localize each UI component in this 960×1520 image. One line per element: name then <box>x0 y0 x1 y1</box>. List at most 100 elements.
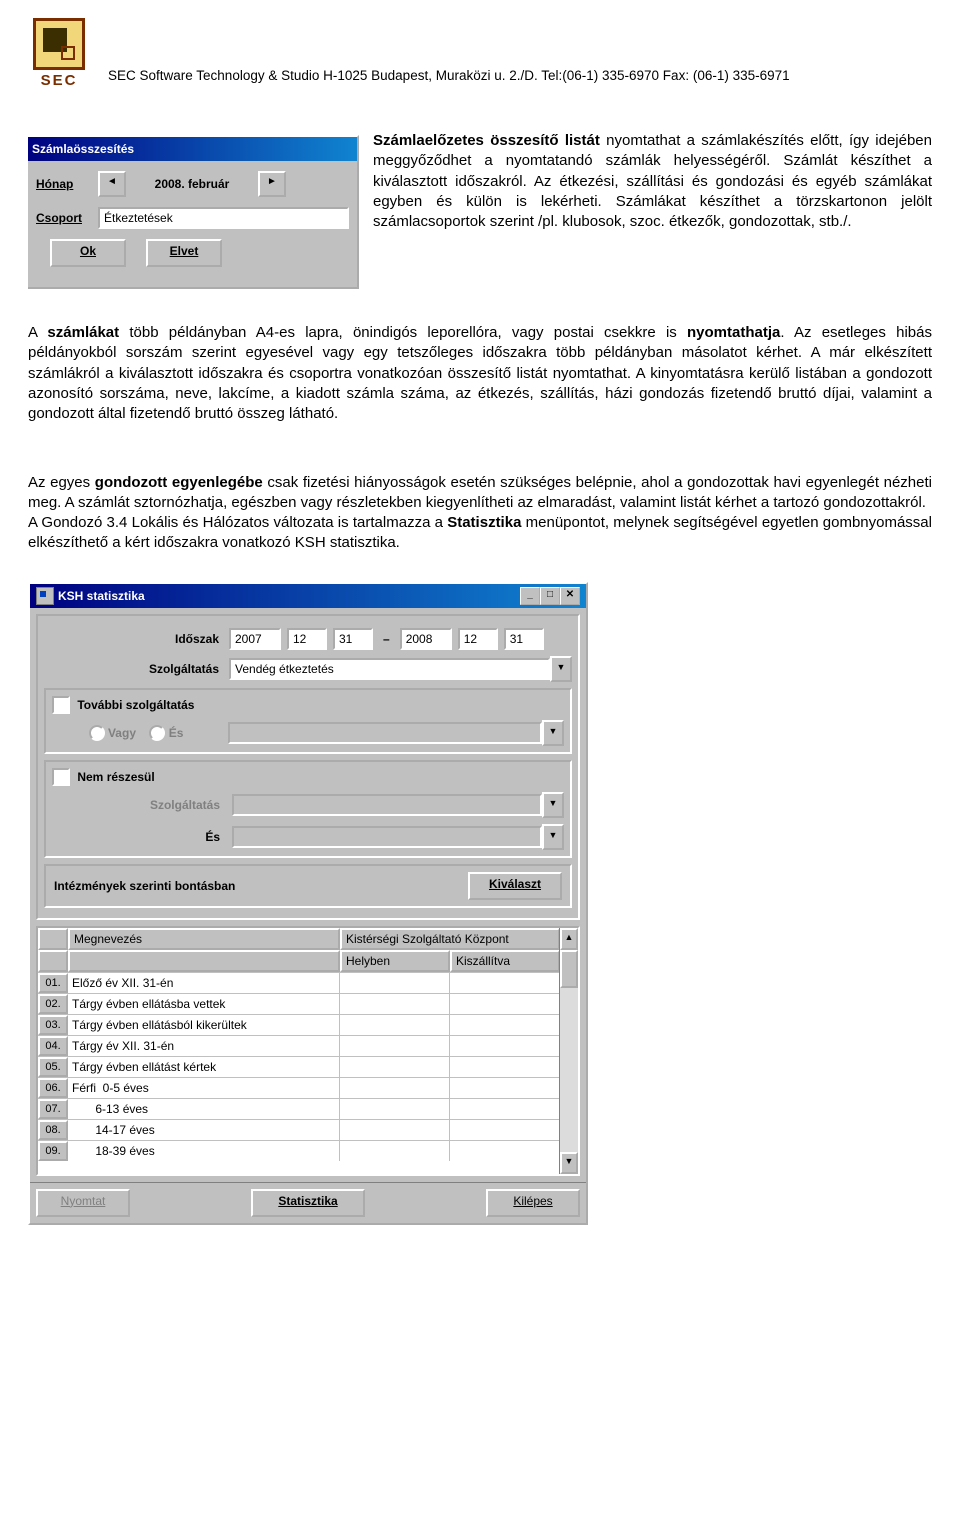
logo: SEC <box>28 18 90 89</box>
row-cell-kiszallitva <box>450 994 560 1014</box>
csoport-label: Csoport <box>36 211 92 225</box>
szolgaltatas-value[interactable]: Vendég étkeztetés <box>229 658 550 680</box>
tovabbi-combo[interactable]: ▼ <box>228 720 564 746</box>
nem-reszesul-group: Nem részesül Szolgáltatás ▼ És ▼ <box>44 760 572 858</box>
row-label: 6-13 éves <box>68 1099 340 1119</box>
szamlaosszesites-dialog: Számlaösszesítés Hónap ◄ 2008. február ►… <box>28 135 359 289</box>
tovabbi-szolgaltatas-group: További szolgáltatás Vagy És ▼ <box>44 688 572 754</box>
table-row[interactable]: 06.Férfi 0-5 éves <box>38 1077 560 1098</box>
paragraph-egyenleg: Az egyes gondozott egyenlegébe csak fize… <box>28 452 932 553</box>
row-number: 05. <box>38 1057 68 1077</box>
row-cell-kiszallitva <box>450 1141 560 1161</box>
vagy-label: Vagy <box>108 726 136 740</box>
tovabbi-combo-value[interactable] <box>228 722 542 744</box>
table-row[interactable]: 07. 6-13 éves <box>38 1098 560 1119</box>
statisztika-button[interactable]: Statisztika <box>251 1189 365 1217</box>
row-cell-kiszallitva <box>450 1036 560 1056</box>
elvet-button[interactable]: Elvet <box>146 239 222 267</box>
row-cell-helyben <box>340 973 450 993</box>
table-row[interactable]: 05.Tárgy évben ellátást kértek <box>38 1056 560 1077</box>
szolgaltatas-label: Szolgáltatás <box>44 662 223 676</box>
kilepes-button[interactable]: Kilépes <box>486 1189 580 1217</box>
month-next-button[interactable]: ► <box>258 171 286 197</box>
dialog2-title: KSH statisztika <box>58 587 145 605</box>
col-megnevezes[interactable]: Megnevezés <box>68 928 340 950</box>
chevron-down-icon[interactable]: ▼ <box>542 824 564 850</box>
es-radio[interactable] <box>149 725 165 741</box>
ok-button[interactable]: Ok <box>50 239 126 267</box>
nem-reszesul-label: Nem részesül <box>77 770 154 784</box>
row-cell-kiszallitva <box>450 1078 560 1098</box>
scroll-thumb[interactable] <box>560 950 578 988</box>
date-from-year[interactable]: 2007 <box>229 628 281 650</box>
dialog-title: Számlaösszesítés <box>32 140 134 158</box>
row-label: Férfi 0-5 éves <box>68 1078 340 1098</box>
nem-reszesul-checkbox[interactable] <box>52 768 70 786</box>
intezmenyek-bar: Intézmények szerinti bontásban Kiválaszt <box>44 864 572 908</box>
row-cell-helyben <box>340 1099 450 1119</box>
csoport-input[interactable]: Étkeztetések <box>98 207 349 229</box>
row-cell-kiszallitva <box>450 1057 560 1077</box>
date-dash: – <box>379 632 394 646</box>
date-from-day[interactable]: 31 <box>333 628 373 650</box>
row-label: 18-39 éves <box>68 1141 340 1161</box>
szolgaltatas-combo[interactable]: Vendég étkeztetés ▼ <box>229 656 572 682</box>
vagy-es-radio-group: Vagy És <box>52 725 220 741</box>
month-value: 2008. február <box>132 177 252 191</box>
chevron-down-icon[interactable]: ▼ <box>550 656 572 682</box>
sub-szolg-combo[interactable]: ▼ <box>232 792 564 818</box>
tovabbi-checkbox[interactable] <box>52 696 70 714</box>
row-label: Tárgy év XII. 31-én <box>68 1036 340 1056</box>
list-header-row2: Helyben Kiszállítva <box>38 950 560 972</box>
dialog2-bottom-bar: Nyomtat Statisztika Kilépes <box>30 1182 586 1223</box>
sub-es-label: És <box>52 830 224 844</box>
date-to-day[interactable]: 31 <box>504 628 544 650</box>
row-label: Tárgy évben ellátásba vettek <box>68 994 340 1014</box>
chevron-down-icon[interactable]: ▼ <box>542 792 564 818</box>
col-helyben[interactable]: Helyben <box>340 950 450 972</box>
row-cell-helyben <box>340 994 450 1014</box>
nyomtat-button[interactable]: Nyomtat <box>36 1189 130 1217</box>
table-row[interactable]: 04.Tárgy év XII. 31-én <box>38 1035 560 1056</box>
vagy-radio[interactable] <box>89 725 105 741</box>
date-to-month[interactable]: 12 <box>458 628 498 650</box>
row-cell-helyben <box>340 1120 450 1140</box>
row-number: 07. <box>38 1099 68 1119</box>
row-label: Tárgy évben ellátást kértek <box>68 1057 340 1077</box>
maximize-button[interactable]: □ <box>540 587 560 605</box>
intezmenyek-label: Intézmények szerinti bontásban <box>54 879 235 893</box>
col-kiszallitva[interactable]: Kiszállítva <box>450 950 560 972</box>
chevron-down-icon[interactable]: ▼ <box>542 720 564 746</box>
scroll-up-button[interactable]: ▲ <box>560 928 578 950</box>
scroll-track[interactable] <box>560 950 578 1152</box>
table-row[interactable]: 02.Tárgy évben ellátásba vettek <box>38 993 560 1014</box>
table-row[interactable]: 09. 18-39 éves <box>38 1140 560 1161</box>
result-list: Megnevezés Kistérségi Szolgáltató Közpon… <box>36 926 580 1176</box>
row-number: 09. <box>38 1141 68 1161</box>
kivalaszt-button[interactable]: Kiválaszt <box>468 872 562 900</box>
table-row[interactable]: 08. 14-17 éves <box>38 1119 560 1140</box>
row-cell-helyben <box>340 1078 450 1098</box>
vertical-scrollbar[interactable]: ▲ ▼ <box>559 928 578 1174</box>
page-header: SEC SEC Software Technology & Studio H-1… <box>28 18 932 89</box>
close-button[interactable]: ✕ <box>560 587 580 605</box>
sub-es-combo[interactable]: ▼ <box>232 824 564 850</box>
idoszak-label: Időszak <box>44 632 223 646</box>
scroll-down-button[interactable]: ▼ <box>560 1152 578 1174</box>
col-kozpont[interactable]: Kistérségi Szolgáltató Központ <box>340 928 560 950</box>
row-cell-kiszallitva <box>450 1120 560 1140</box>
table-row[interactable]: 01.Előző év XII. 31-én <box>38 972 560 993</box>
row-label: Tárgy évben ellátásból kikerültek <box>68 1015 340 1035</box>
date-to-year[interactable]: 2008 <box>400 628 452 650</box>
list-header-row1: Megnevezés Kistérségi Szolgáltató Közpon… <box>38 928 560 950</box>
logo-mark-icon <box>33 18 85 70</box>
table-row[interactable]: 03.Tárgy évben ellátásból kikerültek <box>38 1014 560 1035</box>
honap-label: Hónap <box>36 177 92 191</box>
row-cell-kiszallitva <box>450 973 560 993</box>
month-prev-button[interactable]: ◄ <box>98 171 126 197</box>
minimize-button[interactable]: _ <box>520 587 540 605</box>
date-from-month[interactable]: 12 <box>287 628 327 650</box>
paragraph-szamlakat: A számlákat több példányban A4-es lapra,… <box>28 323 932 424</box>
header-contact-line: SEC Software Technology & Studio H-1025 … <box>108 68 790 89</box>
row-cell-kiszallitva <box>450 1015 560 1035</box>
